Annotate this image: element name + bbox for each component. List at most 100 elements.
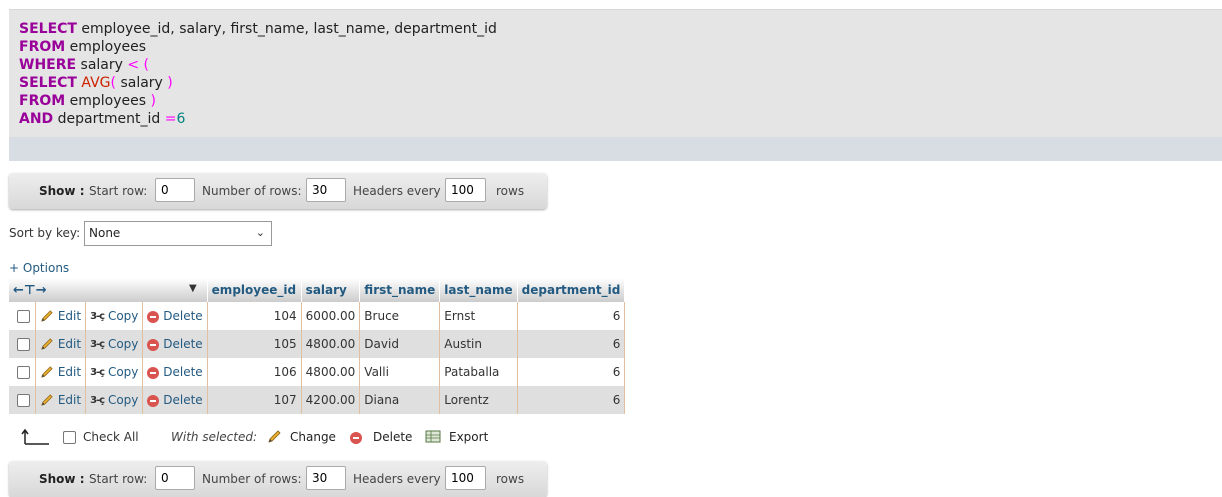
cell-salary: 4800.00 [301, 358, 361, 386]
table-row[interactable]: Edit 3-ç Copy Delete 105 4800.00 David Austin… [9, 330, 626, 358]
cell-department-id: 6 [517, 358, 626, 386]
num-rows-label-bottom: Number of rows: [202, 472, 302, 486]
cell-first-name: Valli [359, 358, 441, 386]
table-header-row: ←⊤→ ▼ employee_id salary first_name last… [9, 278, 626, 302]
copy-icon: 3-ç [90, 311, 105, 322]
cell-department-id: 6 [517, 302, 626, 330]
bulk-actions-row: Check All With selected: Change Delete E… [9, 428, 609, 448]
delete-icon[interactable] [350, 432, 362, 444]
copy-action[interactable]: 3-ç Copy [85, 330, 144, 358]
show-label-bottom: Show : [39, 472, 85, 486]
edit-link[interactable]: Edit [58, 309, 81, 323]
check-all-label[interactable]: Check All [83, 430, 139, 444]
column-header-first-name[interactable]: first_name [359, 278, 441, 302]
row-checkbox-cell[interactable] [9, 302, 36, 330]
row-checkbox[interactable] [17, 394, 30, 407]
column-menu-arrow-icon[interactable]: ▼ [189, 283, 197, 294]
delete-link[interactable]: Delete [163, 337, 202, 351]
copy-link[interactable]: Copy [108, 393, 138, 407]
edit-link[interactable]: Edit [58, 393, 81, 407]
copy-link[interactable]: Copy [108, 365, 138, 379]
column-header-last-name[interactable]: last_name [439, 278, 518, 302]
cell-employee-id: 105 [207, 330, 302, 358]
copy-action[interactable]: 3-ç Copy [85, 302, 144, 330]
delete-link[interactable]: Delete [163, 365, 202, 379]
pencil-icon [40, 337, 54, 351]
edit-action[interactable]: Edit [35, 330, 87, 358]
pencil-icon [40, 393, 54, 407]
delete-action[interactable]: Delete [142, 330, 208, 358]
sort-by-key-select[interactable]: None ⌄ [84, 221, 272, 246]
copy-action[interactable]: 3-ç Copy [85, 358, 144, 386]
start-row-input[interactable] [155, 178, 195, 202]
edit-action[interactable]: Edit [35, 386, 87, 414]
edit-link[interactable]: Edit [58, 337, 81, 351]
num-rows-label: Number of rows: [202, 184, 302, 198]
copy-link[interactable]: Copy [108, 337, 138, 351]
copy-action[interactable]: 3-ç Copy [85, 386, 144, 414]
headers-every-input[interactable] [445, 178, 486, 202]
sort-selected-value: None [89, 226, 121, 240]
delete-link[interactable]: Delete [163, 393, 202, 407]
cell-first-name: David [359, 330, 441, 358]
copy-icon: 3-ç [90, 339, 105, 350]
cell-last-name: Austin [439, 330, 518, 358]
export-button[interactable]: Export [449, 430, 488, 444]
row-checkbox[interactable] [17, 366, 30, 379]
check-all-checkbox[interactable] [63, 431, 76, 444]
row-checkbox[interactable] [17, 310, 30, 323]
row-checkbox-cell[interactable] [9, 386, 36, 414]
edit-action[interactable]: Edit [35, 358, 87, 386]
delete-action[interactable]: Delete [142, 358, 208, 386]
column-header-employee-id[interactable]: employee_id [207, 278, 302, 302]
sql-box-footer [9, 137, 1222, 161]
cell-department-id: 6 [517, 386, 626, 414]
change-button[interactable]: Change [290, 430, 336, 444]
sql-line-3: WHERE salary < ( [19, 57, 150, 73]
edit-action[interactable]: Edit [35, 302, 87, 330]
delete-link[interactable]: Delete [163, 309, 202, 323]
copy-icon: 3-ç [90, 395, 105, 406]
column-resize-header[interactable]: ←⊤→ ▼ [9, 278, 208, 302]
start-row-input-bottom[interactable] [155, 466, 195, 490]
row-checkbox-cell[interactable] [9, 358, 36, 386]
options-link[interactable]: + Options [9, 261, 69, 275]
show-label: Show : [39, 184, 85, 198]
table-row[interactable]: Edit 3-ç Copy Delete 106 4800.00 Valli Pataba… [9, 358, 626, 386]
pencil-icon [40, 365, 54, 379]
row-checkbox-cell[interactable] [9, 330, 36, 358]
column-header-salary[interactable]: salary [301, 278, 361, 302]
headers-every-input-bottom[interactable] [445, 466, 486, 490]
cell-first-name: Diana [359, 386, 441, 414]
sql-query-box[interactable]: SELECT employee_id, salary, first_name, … [9, 9, 1222, 138]
bulk-delete-button[interactable]: Delete [373, 430, 412, 444]
delete-action[interactable]: Delete [142, 386, 208, 414]
sql-line-2: FROM employees [19, 39, 147, 55]
chevron-down-icon: ⌄ [255, 226, 265, 239]
sql-line-6: AND department_id =6 [19, 111, 186, 127]
table-row[interactable]: Edit 3-ç Copy Delete 107 4200.00 Diana Lorent… [9, 386, 626, 414]
cell-first-name: Bruce [359, 302, 441, 330]
pagination-bar-bottom: Show : Start row: Number of rows: Header… [9, 461, 547, 497]
num-rows-input-bottom[interactable] [306, 466, 346, 490]
cell-salary: 4200.00 [301, 386, 361, 414]
edit-link[interactable]: Edit [58, 365, 81, 379]
headers-every-label: Headers every [353, 184, 441, 198]
pencil-icon[interactable] [267, 429, 282, 447]
delete-icon [147, 394, 160, 407]
column-arrows-icon[interactable]: ←⊤→ [13, 283, 47, 298]
results-table: ←⊤→ ▼ employee_id salary first_name last… [9, 278, 626, 414]
table-row[interactable]: Edit 3-ç Copy Delete 104 6000.00 Bruce Ernst 6 [9, 302, 626, 330]
num-rows-input[interactable] [306, 178, 346, 202]
column-header-department-id[interactable]: department_id [517, 278, 626, 302]
delete-action[interactable]: Delete [142, 302, 208, 330]
pagination-bar-top: Show : Start row: Number of rows: Header… [9, 173, 547, 209]
export-icon[interactable] [425, 429, 441, 447]
copy-icon: 3-ç [90, 367, 105, 378]
row-checkbox[interactable] [17, 338, 30, 351]
copy-link[interactable]: Copy [108, 309, 138, 323]
rows-label: rows [496, 184, 525, 198]
sort-by-key-label: Sort by key: [9, 226, 81, 240]
sql-line-1: SELECT employee_id, salary, first_name, … [19, 21, 497, 37]
rows-label-bottom: rows [496, 472, 525, 486]
